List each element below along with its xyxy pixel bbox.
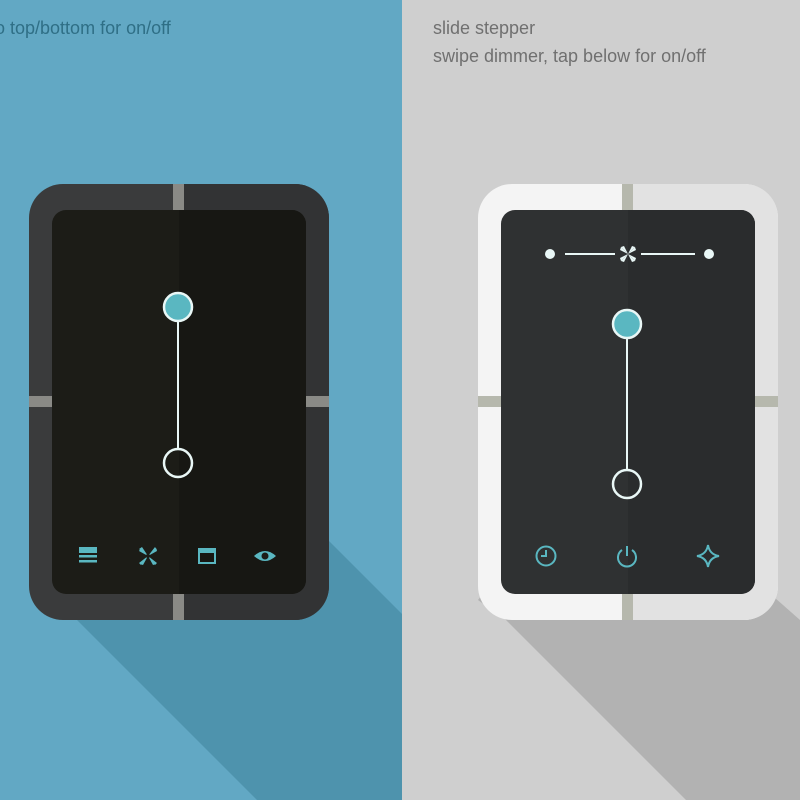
power-icon[interactable] [613, 542, 641, 570]
right-switch-device [478, 184, 778, 620]
left-seam-right [306, 396, 329, 407]
right-seam-top [622, 184, 633, 210]
stepper-left-dot[interactable] [545, 249, 555, 259]
left-seam-left [29, 396, 52, 407]
left-seam-top [173, 184, 184, 210]
stepper-right-dot[interactable] [704, 249, 714, 259]
left-switch-device [29, 184, 329, 620]
right-seam-bottom [622, 594, 633, 620]
window-icon[interactable] [193, 542, 221, 570]
left-touch-panel[interactable] [52, 210, 306, 594]
right-panel: slide stepper swipe dimmer, tap below fo… [402, 0, 800, 800]
left-slider-knob-top[interactable] [162, 291, 194, 323]
fan-icon[interactable] [134, 542, 162, 570]
right-seam-left [478, 396, 501, 407]
left-panel: o top/bottom for on/off [0, 0, 402, 800]
eye-icon[interactable] [251, 542, 279, 570]
list-icon[interactable] [74, 542, 102, 570]
right-touch-panel[interactable] [501, 210, 755, 594]
left-seam-bottom [173, 594, 184, 620]
right-seam-right [755, 396, 778, 407]
right-slider-knob-top[interactable] [611, 308, 643, 340]
sparkle-icon[interactable] [694, 542, 722, 570]
clock-icon[interactable] [532, 542, 560, 570]
